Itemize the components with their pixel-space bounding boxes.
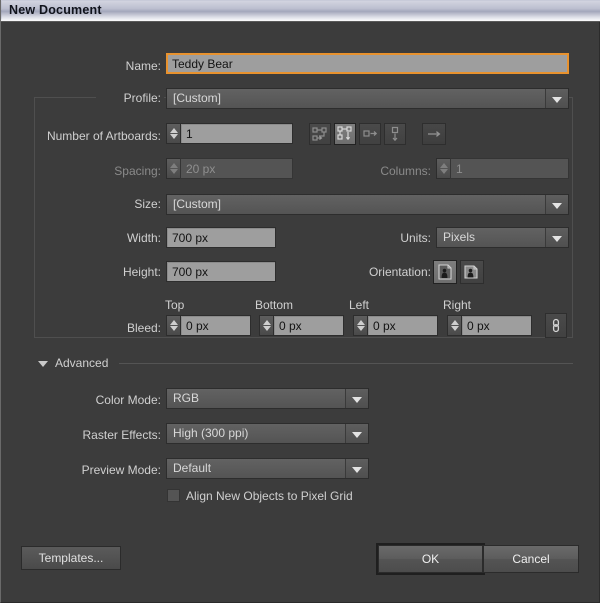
bleed-bottom-input[interactable]: 0 px: [273, 315, 344, 336]
window-titlebar[interactable]: New Document: [1, 0, 600, 22]
stepper-down-icon[interactable]: [169, 134, 178, 139]
stepper-up-icon[interactable]: [262, 320, 271, 325]
spacing-stepper: [166, 158, 180, 179]
bleed-right-input[interactable]: 0 px: [461, 315, 532, 336]
bleed-top-input[interactable]: 0 px: [180, 315, 251, 336]
chevron-down-icon[interactable]: [545, 89, 568, 108]
chevron-down-icon[interactable]: [345, 459, 368, 478]
link-chain-icon: [552, 318, 560, 333]
raster-effects-label: Raster Effects:: [82, 428, 161, 442]
bleed-right-stepper[interactable]: [447, 315, 461, 336]
right-arrow-icon: [428, 131, 441, 137]
width-label: Width:: [126, 231, 161, 245]
size-dropdown[interactable]: [Custom]: [166, 194, 569, 215]
chevron-down-icon[interactable]: [345, 389, 368, 408]
spacing-input: 20 px: [180, 158, 293, 179]
chevron-down-icon[interactable]: [545, 195, 568, 214]
size-value: [Custom]: [173, 197, 222, 211]
columns-stepper: [436, 158, 450, 179]
bleed-link-button[interactable]: [545, 313, 567, 338]
bleed-right-header: Right: [443, 298, 472, 312]
triangle-down-icon[interactable]: [38, 361, 48, 367]
arrange-by-row-icon: [363, 130, 378, 137]
raster-effects-dropdown[interactable]: High (300 ppi): [166, 423, 369, 444]
portrait-icon: [438, 264, 452, 280]
width-input[interactable]: 700 px: [166, 227, 276, 248]
stepper-up-icon[interactable]: [169, 320, 178, 325]
stepper-down-icon[interactable]: [262, 326, 271, 331]
stepper-up-icon[interactable]: [356, 320, 365, 325]
align-pixel-grid-checkbox[interactable]: [167, 489, 180, 502]
bleed-top-header: Top: [165, 298, 185, 312]
profile-value: [Custom]: [173, 91, 222, 105]
bleed-bottom-stepper[interactable]: [259, 315, 273, 336]
orientation-landscape-button[interactable]: [460, 260, 484, 284]
arrange-by-column-icon: [391, 126, 399, 142]
units-value: Pixels: [443, 230, 476, 244]
preview-mode-dropdown[interactable]: Default: [166, 458, 369, 479]
advanced-separator: [119, 363, 573, 364]
advanced-section-label[interactable]: Advanced: [55, 356, 108, 370]
profile-label: Profile:: [123, 91, 161, 105]
units-dropdown[interactable]: Pixels: [436, 227, 569, 248]
columns-label: Columns:: [380, 164, 431, 178]
grid-by-row-icon: [312, 127, 327, 141]
profile-dropdown[interactable]: [Custom]: [166, 88, 569, 109]
orientation-label: Orientation:: [368, 265, 431, 279]
grid-by-column-icon-button[interactable]: [334, 123, 356, 145]
bleed-label: Bleed:: [126, 321, 161, 335]
stepper-up-icon[interactable]: [169, 128, 178, 133]
arrange-by-row-icon-button[interactable]: [359, 123, 381, 145]
height-label: Height:: [122, 265, 161, 279]
landscape-icon: [464, 265, 478, 279]
flow-direction-button[interactable]: [422, 123, 446, 145]
size-label: Size:: [134, 197, 161, 211]
new-document-dialog: New Document Name: Teddy Bear Profile: […: [0, 0, 600, 603]
orientation-portrait-button[interactable]: [433, 260, 457, 284]
bleed-bottom-header: Bottom: [255, 298, 294, 312]
templates-button[interactable]: Templates...: [21, 546, 121, 570]
grid-by-row-icon-button[interactable]: [309, 123, 331, 145]
stepper-down-icon[interactable]: [356, 326, 365, 331]
stepper-up-icon[interactable]: [450, 320, 459, 325]
stepper-down-icon[interactable]: [169, 326, 178, 331]
stepper-up-icon: [439, 163, 448, 168]
stepper-down-icon: [169, 169, 178, 174]
arrange-by-column-icon-button[interactable]: [384, 123, 406, 145]
units-label: Units:: [400, 231, 431, 245]
spacing-label: Spacing:: [114, 164, 161, 178]
columns-input: 1: [450, 158, 569, 179]
chevron-down-icon[interactable]: [545, 228, 568, 247]
name-label: Name:: [125, 59, 161, 73]
name-input[interactable]: Teddy Bear: [166, 53, 569, 74]
artboards-input[interactable]: 1: [180, 123, 293, 144]
stepper-down-icon[interactable]: [450, 326, 459, 331]
align-pixel-grid-label[interactable]: Align New Objects to Pixel Grid: [186, 489, 353, 503]
bleed-left-stepper[interactable]: [353, 315, 367, 336]
preview-mode-value: Default: [173, 461, 212, 475]
artboards-label: Number of Artboards:: [46, 129, 161, 143]
color-mode-value: RGB: [173, 391, 200, 405]
grid-by-column-icon: [337, 126, 352, 141]
cancel-button[interactable]: Cancel: [483, 545, 579, 573]
color-mode-dropdown[interactable]: RGB: [166, 388, 369, 409]
stepper-up-icon: [169, 163, 178, 168]
window-title: New Document: [9, 3, 102, 17]
chevron-down-icon[interactable]: [345, 424, 368, 443]
stepper-down-icon: [439, 169, 448, 174]
ok-button[interactable]: OK: [376, 543, 485, 575]
bleed-left-header: Left: [349, 298, 370, 312]
bleed-top-stepper[interactable]: [166, 315, 180, 336]
artboards-stepper[interactable]: [166, 123, 180, 144]
preview-mode-label: Preview Mode:: [81, 463, 161, 477]
raster-effects-value: High (300 ppi): [173, 426, 249, 440]
bleed-left-input[interactable]: 0 px: [367, 315, 438, 336]
height-input[interactable]: 700 px: [166, 261, 276, 282]
color-mode-label: Color Mode:: [95, 393, 161, 407]
